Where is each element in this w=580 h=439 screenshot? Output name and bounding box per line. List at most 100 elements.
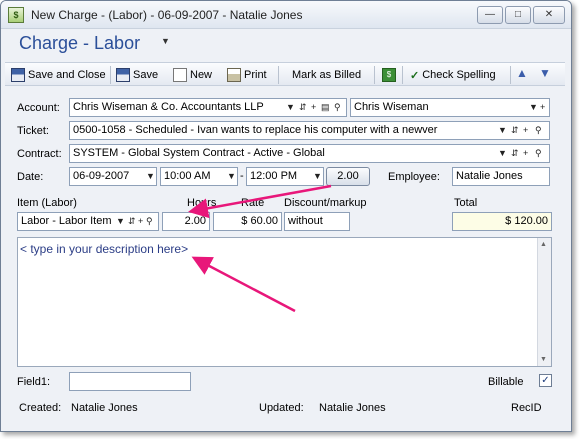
- app-icon: $: [8, 7, 24, 23]
- field1-label: Field1:: [17, 376, 51, 388]
- add-icon[interactable]: +: [523, 122, 528, 139]
- sort-icon[interactable]: ⇵: [299, 99, 307, 116]
- rate-value: $ 60.00: [241, 215, 278, 227]
- discount-value: without: [288, 215, 323, 227]
- add-icon[interactable]: +: [523, 145, 528, 162]
- scroll-up-icon[interactable]: ▲: [540, 241, 547, 248]
- sort-icon[interactable]: ⇵: [511, 145, 519, 162]
- end-time-value: 12:00 PM: [250, 170, 298, 182]
- add-icon[interactable]: +: [540, 99, 545, 116]
- discount-field[interactable]: without: [284, 212, 350, 231]
- total-header: Total: [454, 197, 478, 209]
- contact-field[interactable]: Chris Wiseman ▼ +: [350, 98, 550, 117]
- hours-header: Hours: [187, 197, 217, 209]
- chevron-down-icon[interactable]: ▼: [498, 145, 507, 162]
- employee-value: Natalie Jones: [456, 170, 523, 182]
- description-scrollbar[interactable]: ▲ ▼: [537, 238, 551, 366]
- ticket-label: Ticket:: [17, 125, 49, 137]
- date-field[interactable]: 06-09-2007 ▼: [69, 167, 157, 186]
- chevron-down-icon[interactable]: ▼: [529, 99, 538, 116]
- new-label: New: [190, 69, 213, 81]
- contact-value: Chris Wiseman: [354, 101, 429, 113]
- print-label: Print: [244, 69, 267, 81]
- save-icon: [11, 68, 25, 82]
- account-label: Account:: [17, 102, 60, 114]
- mark-billed-button[interactable]: Mark as Billed: [292, 66, 361, 84]
- arrow-down-icon[interactable]: ▼: [539, 66, 551, 80]
- title-bar: $ New Charge - (Labor) - 06-09-2007 - Na…: [1, 1, 571, 29]
- contract-label: Contract:: [17, 148, 62, 160]
- rate-field[interactable]: $ 60.00: [213, 212, 282, 231]
- chevron-down-icon[interactable]: ▼: [227, 168, 236, 185]
- page-title: Charge - Labor: [19, 33, 141, 53]
- duration-button[interactable]: 2.00: [326, 167, 370, 186]
- ticket-field[interactable]: 0500-1058 - Scheduled - Ivan wants to re…: [69, 121, 550, 140]
- new-document-icon: [173, 68, 187, 82]
- transfer-button[interactable]: $: [382, 66, 396, 84]
- toolbar-divider: [110, 66, 111, 84]
- employee-field[interactable]: Natalie Jones: [452, 167, 550, 186]
- field1-input[interactable]: [69, 372, 191, 391]
- save-close-label: Save and Close: [28, 69, 106, 81]
- check-spelling-label: Check Spelling: [422, 69, 496, 81]
- sort-icon[interactable]: ⇵: [128, 213, 136, 230]
- charge-window: $ New Charge - (Labor) - 06-09-2007 - Na…: [0, 0, 572, 432]
- description-placeholder: < type in your description here>: [20, 242, 189, 256]
- item-field[interactable]: Labor - Labor Item ▼ ⇵ + ⚲: [17, 212, 159, 231]
- toolbar-divider: [510, 66, 511, 84]
- employee-label: Employee:: [388, 171, 440, 183]
- save-icon: [116, 68, 130, 82]
- chevron-down-icon[interactable]: ▼: [498, 122, 507, 139]
- mark-billed-label: Mark as Billed: [292, 69, 362, 81]
- search-icon[interactable]: ⚲: [535, 122, 542, 139]
- search-icon[interactable]: ⚲: [334, 99, 341, 116]
- save-label: Save: [133, 69, 159, 81]
- print-button[interactable]: Print: [227, 66, 267, 84]
- save-close-button[interactable]: Save and Close: [11, 66, 106, 84]
- minimize-button[interactable]: —: [477, 6, 503, 24]
- chevron-down-icon[interactable]: ▼: [161, 36, 170, 46]
- save-button[interactable]: Save: [116, 66, 158, 84]
- scroll-down-icon[interactable]: ▼: [540, 356, 547, 363]
- add-icon[interactable]: +: [138, 213, 143, 230]
- toolbar-divider: [278, 66, 279, 84]
- toolbar-divider: [374, 66, 375, 84]
- description-textarea[interactable]: < type in your description here> ▲ ▼: [17, 237, 552, 367]
- chevron-down-icon[interactable]: ▼: [313, 168, 322, 185]
- end-time-field[interactable]: 12:00 PM ▼: [246, 167, 324, 186]
- check-spelling-button[interactable]: ✓ Check Spelling: [410, 66, 496, 84]
- time-separator: -: [240, 170, 244, 182]
- chevron-down-icon[interactable]: ▼: [146, 168, 155, 185]
- ticket-value: 0500-1058 - Scheduled - Ivan wants to re…: [73, 124, 438, 136]
- billable-label: Billable: [488, 376, 524, 388]
- contract-field[interactable]: SYSTEM - Global System Contract - Active…: [69, 144, 550, 163]
- discount-header: Discount/markup: [284, 197, 367, 209]
- sort-icon[interactable]: ⇵: [511, 122, 519, 139]
- updated-value: Natalie Jones: [319, 402, 386, 414]
- printer-icon: [227, 68, 241, 82]
- arrow-up-icon[interactable]: ▲: [516, 66, 528, 80]
- item-header: Item (Labor): [17, 197, 77, 209]
- new-button[interactable]: New: [173, 66, 212, 84]
- chevron-down-icon[interactable]: ▼: [116, 213, 125, 230]
- search-icon[interactable]: ⚲: [535, 145, 542, 162]
- search-icon[interactable]: ⚲: [146, 213, 153, 230]
- account-field[interactable]: Chris Wiseman & Co. Accountants LLP ▼ ⇵ …: [69, 98, 347, 117]
- billable-checkbox[interactable]: ✓: [539, 374, 552, 387]
- toolbar-divider: [402, 66, 403, 84]
- hours-field[interactable]: 2.00: [162, 212, 210, 231]
- date-label: Date:: [17, 171, 44, 183]
- spellcheck-icon: ✓: [410, 69, 420, 82]
- total-field: $ 120.00: [452, 212, 552, 231]
- add-icon[interactable]: +: [311, 99, 316, 116]
- recid-label: RecID: [511, 402, 542, 414]
- maximize-button[interactable]: □: [505, 6, 531, 24]
- account-value: Chris Wiseman & Co. Accountants LLP: [73, 101, 264, 113]
- chevron-down-icon[interactable]: ▼: [286, 99, 295, 116]
- created-value: Natalie Jones: [71, 402, 138, 414]
- close-button[interactable]: ✕: [533, 6, 565, 24]
- hours-value: 2.00: [184, 215, 206, 227]
- card-icon[interactable]: ▤: [321, 99, 330, 116]
- created-label: Created:: [19, 402, 62, 414]
- start-time-field[interactable]: 10:00 AM ▼: [160, 167, 238, 186]
